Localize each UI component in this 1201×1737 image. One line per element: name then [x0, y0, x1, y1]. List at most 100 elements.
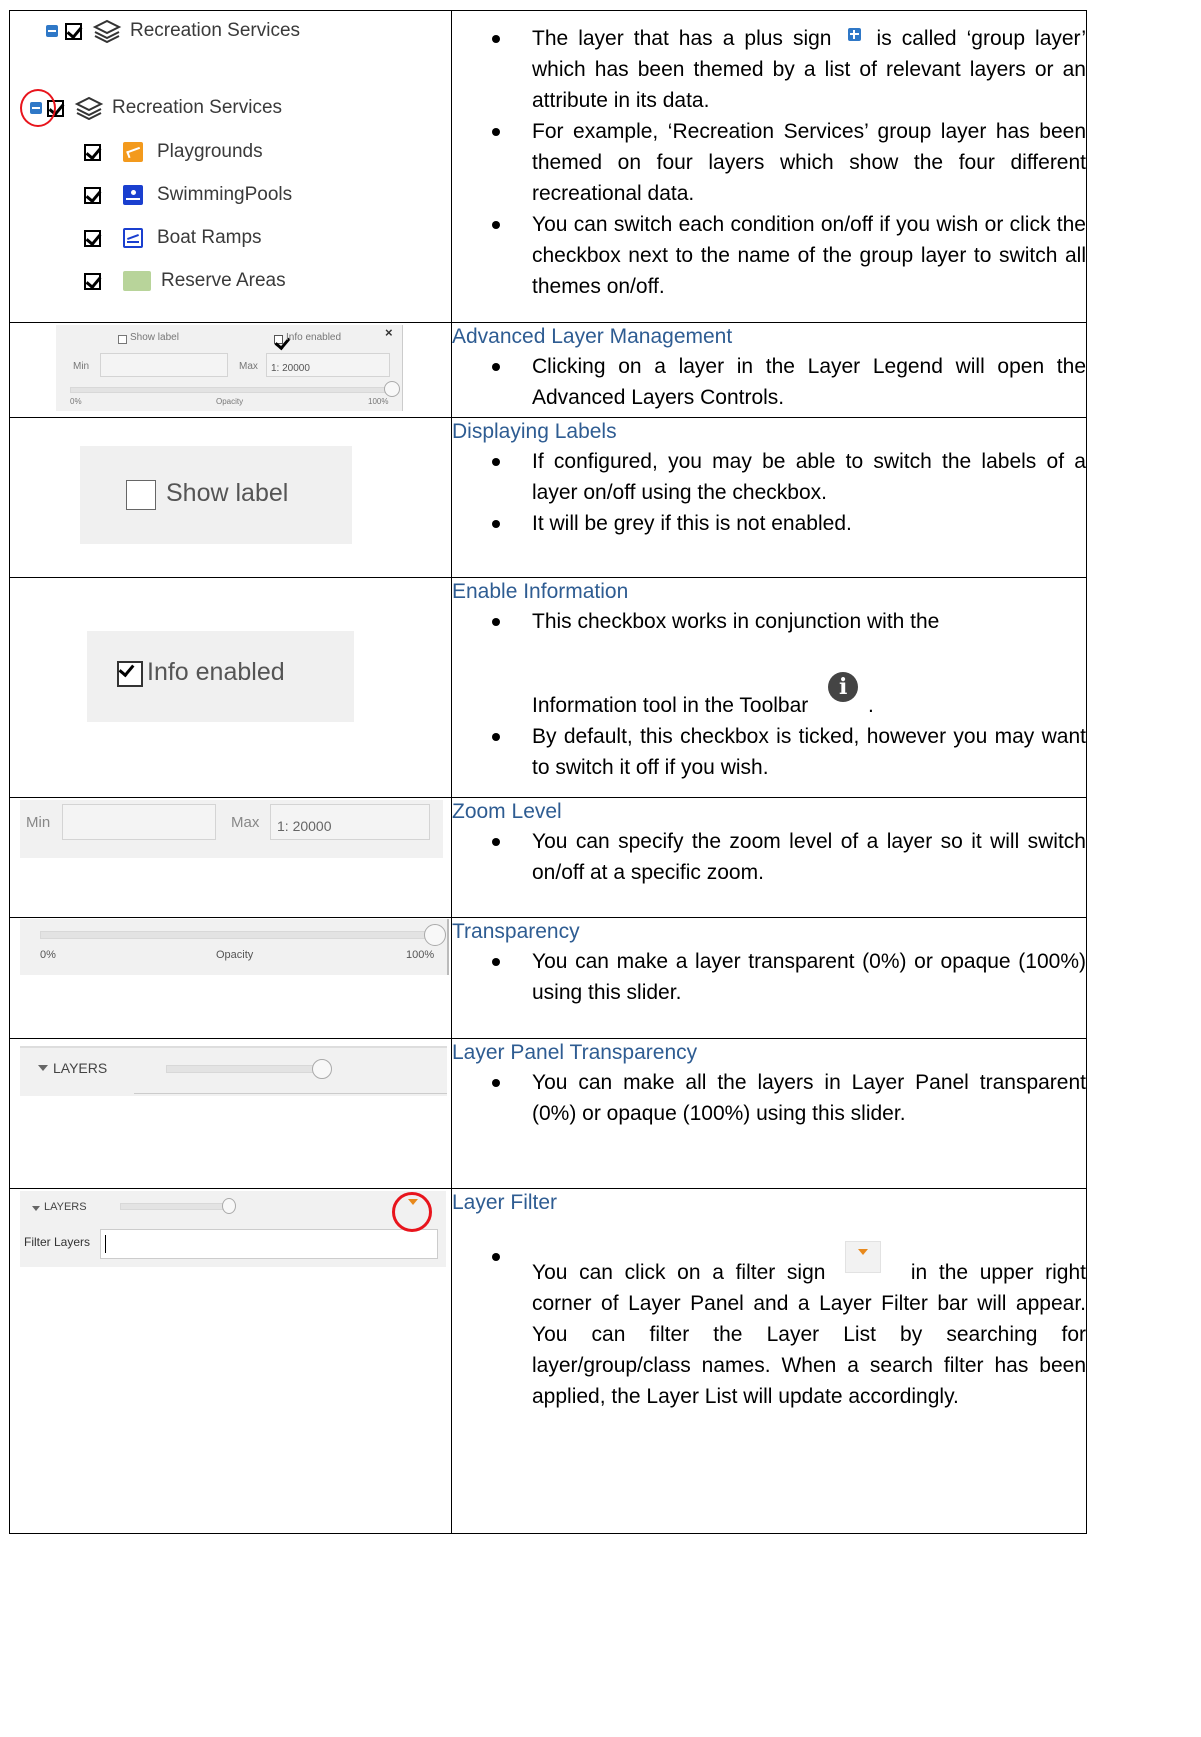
bullet: It will be grey if this is not enabled. [452, 508, 1086, 539]
group-name: Recreation Services [112, 97, 283, 118]
show-label-text: Show label [130, 332, 179, 343]
section-heading: Enable Information [452, 580, 629, 603]
layer-checkbox[interactable] [84, 143, 101, 161]
layer-checkbox[interactable] [84, 229, 101, 247]
swimming-pool-icon [123, 185, 143, 205]
show-label-panel: Show label [80, 446, 352, 544]
advanced-controls-illustration: Show label Info enabled × Min Max 1: 200… [9, 322, 452, 418]
layer-item-boat-ramps[interactable]: Boat Ramps [84, 227, 262, 249]
row-advanced-layer-management: Show label Info enabled × Min Max 1: 200… [9, 322, 1087, 418]
opacity-panel: 0% Opacity 100% [20, 919, 449, 975]
enable-information-description: Enable Information This checkbox works i… [451, 577, 1087, 798]
show-label-illustration: Show label [9, 417, 452, 578]
max-label: Max [231, 814, 260, 831]
transparency-description: Transparency You can make a layer transp… [451, 917, 1087, 1039]
layer-panel-knob[interactable] [222, 1198, 236, 1214]
bullet: Clicking on a layer in the Layer Legend … [452, 351, 1086, 413]
show-label-checkbox[interactable] [118, 335, 127, 344]
filter-icon [845, 1241, 882, 1273]
advanced-controls-panel: Show label Info enabled × Min Max 1: 200… [56, 325, 403, 411]
info-enabled-illustration: Info enabled [9, 577, 452, 798]
section-heading: Displaying Labels [452, 420, 617, 443]
min-input[interactable] [100, 353, 228, 377]
min-label: Min [26, 814, 51, 831]
reserve-area-swatch [123, 271, 151, 291]
show-label-text: Show label [166, 479, 289, 507]
layers-title: LAYERS [53, 1060, 108, 1076]
layer-label: Reserve Areas [161, 270, 286, 291]
layer-panel-slider-illustration: LAYERS [9, 1038, 452, 1189]
bullet: You can switch each condition on/off if … [452, 209, 1086, 302]
opacity-knob[interactable] [384, 381, 400, 397]
layer-item-reserve-areas[interactable]: Reserve Areas [84, 270, 286, 292]
collapse-arrow-icon[interactable] [38, 1065, 48, 1071]
layer-filter-description: Layer Filter You can click on a filter s… [451, 1188, 1087, 1534]
close-icon[interactable]: × [385, 325, 393, 340]
bullet: For example, ‘Recreation Services’ group… [452, 116, 1086, 209]
boat-ramp-icon [123, 228, 143, 248]
info-icon: i [828, 672, 859, 702]
layers-icon [92, 19, 122, 43]
opacity-min: 0% [70, 397, 82, 406]
section-heading: Advanced Layer Management [452, 325, 733, 348]
row-transparency: 0% Opacity 100% Transparency You can mak… [9, 917, 1087, 1039]
layer-checkbox[interactable] [84, 186, 101, 204]
bullet: You can make a layer transparent (0%) or… [452, 946, 1086, 1008]
layer-panel-transparency-description: Layer Panel Transparency You can make al… [451, 1038, 1087, 1189]
bullet: By default, this checkbox is ticked, how… [452, 721, 1086, 783]
row-group-layer: Recreation Services Recreation Services … [9, 10, 1087, 323]
group-layer-description: The layer that has a plus sign is called… [451, 10, 1087, 323]
opacity-slider[interactable] [70, 387, 394, 393]
layer-checkbox[interactable] [84, 272, 101, 290]
layer-label: Playgrounds [157, 141, 263, 162]
layer-item-swimmingpools[interactable]: SwimmingPools [84, 184, 292, 206]
layers-panel-header: LAYERS [20, 1046, 447, 1096]
max-value: 1: 20000 [271, 363, 310, 374]
layer-panel-knob[interactable] [312, 1059, 332, 1079]
advanced-layer-management-description: Advanced Layer Management Clicking on a … [451, 322, 1087, 418]
layers-icon [74, 96, 104, 120]
zoom-level-description: Zoom Level You can specify the zoom leve… [451, 797, 1087, 918]
opacity-knob[interactable] [424, 924, 446, 946]
layer-filter-illustration: LAYERS Filter Layers [9, 1188, 452, 1534]
opacity-max: 100% [368, 397, 389, 406]
info-enabled-checkbox[interactable] [274, 335, 283, 344]
max-value: 1: 20000 [277, 818, 332, 834]
highlight-circle [20, 89, 56, 127]
bullet: The layer that has a plus sign is called… [452, 23, 1086, 116]
collapse-arrow-icon[interactable] [32, 1206, 40, 1211]
zoom-level-illustration: Min Max 1: 20000 [9, 797, 452, 918]
layer-panel-slider[interactable] [120, 1203, 230, 1210]
layer-label: SwimmingPools [157, 184, 293, 205]
group-checkbox[interactable] [65, 22, 82, 40]
displaying-labels-description: Displaying Labels If configured, you may… [451, 417, 1087, 578]
opacity-slider[interactable] [40, 931, 435, 939]
section-heading: Transparency [452, 920, 580, 943]
collapsed-group: Recreation Services [46, 19, 300, 43]
opacity-min: 0% [40, 949, 56, 961]
filter-layers-label: Filter Layers [24, 1235, 91, 1249]
plus-sign-icon [847, 28, 861, 41]
section-heading: Layer Filter [452, 1191, 558, 1214]
section-heading: Layer Panel Transparency [452, 1041, 698, 1064]
section-heading: Zoom Level [452, 800, 562, 823]
plus-sign-icon[interactable] [46, 25, 58, 37]
info-enabled-checkbox[interactable] [117, 661, 143, 687]
bullet: You can specify the zoom level of a laye… [452, 826, 1086, 888]
panel-divider [134, 1093, 447, 1094]
group-layer-illustration: Recreation Services Recreation Services … [9, 10, 452, 323]
opacity-max: 100% [406, 949, 435, 961]
row-layer-panel-transparency: LAYERS Layer Panel Transparency You can … [9, 1038, 1087, 1189]
bullet: If configured, you may be able to switch… [452, 446, 1086, 508]
info-enabled-text: Info enabled [147, 658, 285, 686]
filter-layers-input[interactable] [100, 1229, 438, 1259]
row-zoom-level: Min Max 1: 20000 Zoom Level You can spec… [9, 797, 1087, 918]
show-label-checkbox[interactable] [126, 480, 156, 510]
min-input[interactable] [62, 804, 216, 840]
playground-icon [123, 142, 143, 162]
layer-panel-slider[interactable] [166, 1065, 326, 1073]
layers-title: LAYERS [44, 1201, 87, 1213]
layer-item-playgrounds[interactable]: Playgrounds [84, 141, 263, 163]
opacity-label: Opacity [216, 949, 254, 961]
zoom-panel: Min Max 1: 20000 [20, 800, 443, 858]
